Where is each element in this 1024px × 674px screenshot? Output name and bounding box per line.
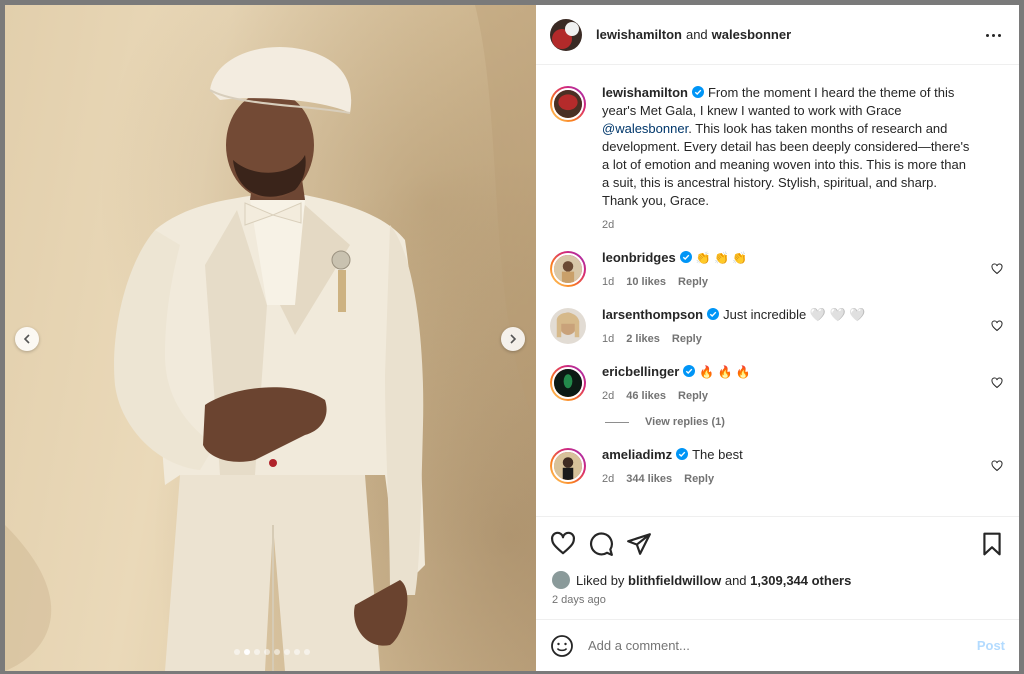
comment-item: leonbridges 👏 👏 👏 1d 10 likes Reply	[550, 249, 1003, 288]
carousel-dot	[304, 649, 310, 655]
caption-text: lewishamilton From the moment I heard the…	[602, 84, 973, 210]
comment-item: ericbellinger 🔥 🔥 🔥 2d 46 likes Reply	[550, 363, 1003, 402]
commenter-avatar[interactable]	[550, 448, 586, 484]
post-modal: lewishamilton and walesbonner lewishamil…	[5, 5, 1019, 671]
comment-text: The best	[692, 447, 743, 462]
bookmark-icon[interactable]	[979, 531, 1005, 557]
comment-item: larsenthompson Just incredible 🤍 🤍 🤍 1d 2 …	[550, 306, 1003, 345]
carousel-dot	[244, 649, 250, 655]
comment-like-icon[interactable]	[991, 320, 1003, 332]
chevron-left-icon	[23, 334, 30, 344]
reply-button[interactable]: Reply	[678, 276, 708, 288]
verified-badge-icon	[679, 251, 692, 263]
comment-text: Just incredible 🤍 🤍 🤍	[723, 307, 866, 322]
comments-list: lewishamilton From the moment I heard the…	[536, 66, 1019, 516]
liked-by-user[interactable]: blithfieldwillow	[628, 573, 721, 588]
authors-conjunction: and	[685, 27, 708, 42]
comment-icon[interactable]	[588, 531, 614, 557]
comment-like-icon[interactable]	[991, 377, 1003, 389]
coauthor-username[interactable]: walesbonner	[712, 27, 791, 42]
comment-likes[interactable]: 2 likes	[626, 333, 660, 345]
post-comment-button[interactable]: Post	[977, 638, 1005, 653]
comment-input[interactable]	[588, 638, 977, 653]
comment-likes[interactable]: 46 likes	[626, 390, 666, 402]
reply-button[interactable]: Reply	[672, 333, 702, 345]
previous-slide-button[interactable]	[15, 327, 39, 351]
comment-like-icon[interactable]	[991, 263, 1003, 275]
verified-badge-icon	[707, 308, 720, 320]
next-slide-button[interactable]	[501, 327, 525, 351]
emoji-icon[interactable]	[550, 634, 574, 658]
post-authors: lewishamilton and walesbonner	[596, 27, 791, 42]
chevron-right-icon	[510, 334, 517, 344]
carousel-dot	[284, 649, 290, 655]
commenter-avatar[interactable]	[550, 251, 586, 287]
comment-time: 1d	[602, 333, 615, 345]
portrait-illustration	[5, 5, 536, 671]
caption: lewishamilton From the moment I heard the…	[550, 84, 1003, 231]
comment-text: 🔥 🔥 🔥	[699, 365, 751, 379]
liker-avatar[interactable]	[552, 571, 570, 589]
view-replies-label: View replies (1)	[645, 416, 725, 428]
post-photo[interactable]	[5, 5, 536, 671]
comment-likes[interactable]: 344 likes	[626, 473, 672, 485]
likes-count[interactable]: 1,309,344 others	[750, 573, 851, 588]
commenter-avatar[interactable]	[550, 365, 586, 401]
caption-time: 2d	[602, 219, 615, 231]
comment-username[interactable]: ericbellinger	[602, 364, 679, 379]
carousel-dot	[264, 649, 270, 655]
comment-username[interactable]: leonbridges	[602, 250, 676, 265]
verified-badge-icon	[691, 86, 704, 98]
verified-badge-icon	[683, 365, 696, 377]
liked-by-prefix: Liked by	[576, 572, 625, 588]
post-header: lewishamilton and walesbonner	[536, 5, 1019, 65]
comment-text: 👏 👏 👏	[695, 251, 748, 265]
comment-item: ameliadimz The best 2d 344 likes Reply	[550, 446, 1003, 485]
replies-divider	[605, 421, 629, 423]
commenter-avatar[interactable]	[550, 308, 586, 344]
post-actions	[536, 516, 1019, 568]
carousel-dot	[294, 649, 300, 655]
comment-time: 2d	[602, 473, 615, 485]
caption-avatar[interactable]	[550, 86, 586, 122]
comment-username[interactable]: larsenthompson	[602, 307, 703, 322]
reply-button[interactable]: Reply	[684, 473, 714, 485]
view-replies-button[interactable]: View replies (1)	[605, 416, 1003, 428]
more-options-icon[interactable]	[981, 25, 1005, 45]
carousel-dot	[254, 649, 260, 655]
liked-by-conjunction: and	[724, 572, 747, 588]
add-comment-bar: Post	[536, 619, 1019, 671]
comment-like-icon[interactable]	[991, 460, 1003, 472]
comment-username[interactable]: ameliadimz	[602, 447, 672, 462]
caption-mention-link[interactable]: @walesbonner	[602, 121, 688, 136]
comment-time: 1d	[602, 276, 615, 288]
posted-time[interactable]: 2 days ago	[552, 594, 606, 606]
post-side-panel: lewishamilton and walesbonner lewishamil…	[536, 5, 1019, 671]
verified-badge-icon	[676, 448, 689, 460]
reply-button[interactable]: Reply	[678, 390, 708, 402]
comment-time: 2d	[602, 390, 615, 402]
heart-icon[interactable]	[550, 531, 576, 557]
carousel-indicator	[234, 649, 310, 655]
caption-username[interactable]: lewishamilton	[602, 85, 688, 100]
carousel-dot	[234, 649, 240, 655]
liked-by: Liked by blithfieldwillow and 1,309,344 …	[552, 571, 1003, 589]
carousel-dot	[274, 649, 280, 655]
share-icon[interactable]	[626, 531, 652, 557]
author-avatar[interactable]	[550, 18, 582, 51]
comment-likes[interactable]: 10 likes	[626, 276, 666, 288]
author-username[interactable]: lewishamilton	[596, 27, 682, 42]
